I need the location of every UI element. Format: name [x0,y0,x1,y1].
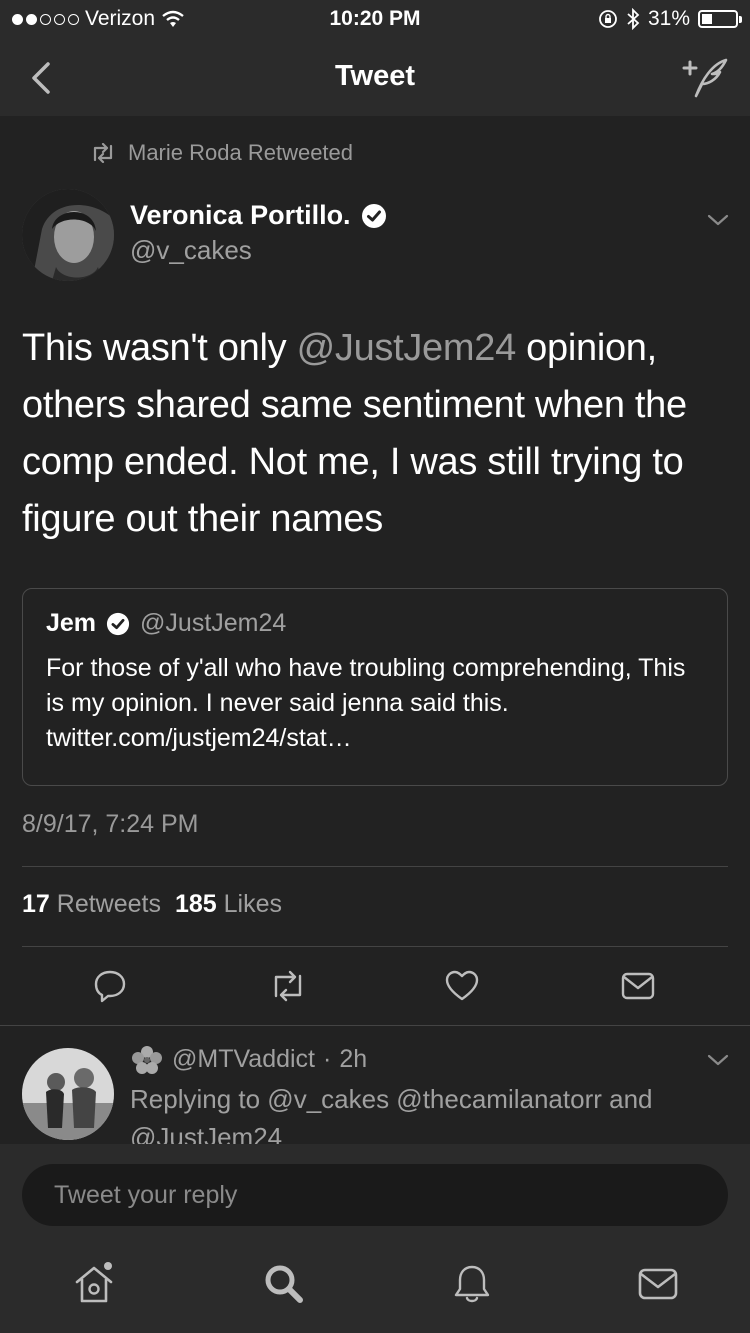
tweet-text-start: This wasn't only [22,327,297,369]
quoted-tweet-text: For those of y'all who have troubling co… [46,654,686,752]
retweets-label: Retweets [56,890,161,918]
page-title: Tweet [334,60,416,92]
reply-age: 2h [339,1044,368,1073]
reply-author-avatar[interactable] [22,1048,114,1140]
flower-icon [132,1046,162,1074]
bottom-bar [0,1144,750,1333]
retweets-count: 17 [22,890,50,918]
avatar-image [22,1048,114,1140]
reply-tweet[interactable]: @MTVaddict · 2h Replying to @v_cakes @th… [0,1026,750,1144]
reply-icon[interactable] [92,968,128,1004]
retweeted-by-label: Marie Roda Retweeted [128,140,354,165]
retweet-icon[interactable] [268,968,308,1004]
tweet-timestamp: 8/9/17, 7:24 PM [22,810,199,838]
retweeted-by[interactable]: Marie Roda Retweeted [90,140,353,166]
reply-input[interactable] [22,1164,728,1226]
nav-bar: Tweet [0,40,750,116]
bluetooth-icon [627,8,640,30]
reply-separator: · [323,1044,332,1073]
quoted-author-name: Jem [46,609,97,637]
battery-icon [698,10,742,28]
divider [22,946,728,947]
likes-label: Likes [223,890,283,918]
quoted-author-handle: @JustJem24 [140,609,287,637]
status-right: 31% [598,7,742,31]
rotation-lock-icon [599,10,617,28]
reply-handle[interactable]: @MTVaddict [172,1045,315,1074]
author-name[interactable]: Veronica Portillo. [130,200,387,231]
tweet-actions [0,968,750,1008]
author-handle[interactable]: @v_cakes [130,235,252,266]
notifications-icon[interactable] [450,1262,494,1306]
retweets-stat[interactable]: 17 Retweets [22,890,161,919]
quoted-tweet[interactable]: Jem @JustJem24 For those of y'all who ha… [22,588,728,786]
messages-icon[interactable] [636,1262,680,1306]
quoted-tweet-header: Jem @JustJem24 [46,609,286,638]
chevron-down-icon[interactable] [706,212,730,228]
verified-icon [106,612,130,635]
divider [22,866,728,867]
verified-icon [361,203,386,228]
message-icon[interactable] [620,968,656,1004]
like-icon[interactable] [444,968,480,1004]
status-bar: Verizon 10:20 PM 31% [0,0,750,40]
author-avatar[interactable] [22,189,114,281]
tweet-stats: 17 Retweets 185 Likes [22,890,282,919]
retweet-icon [93,143,113,163]
search-icon[interactable] [262,1262,306,1306]
mention-link[interactable]: @JustJem24 [297,327,517,369]
reply-text: Replying to @v_cakes @thecamilanatorr an… [130,1084,653,1144]
home-icon[interactable] [72,1262,116,1306]
author-name-text: Veronica Portillo. [130,200,351,230]
chevron-down-icon[interactable] [706,1052,730,1068]
battery-percent: 31% [647,7,690,30]
reply-header: @MTVaddict · 2h [130,1044,367,1074]
likes-count: 185 [174,890,217,918]
likes-stat[interactable]: 185 Likes [175,890,282,919]
avatar-image [22,189,114,281]
compose-icon[interactable] [678,54,730,102]
tweet-text: This wasn't only @JustJem24 opinion, oth… [22,320,732,548]
